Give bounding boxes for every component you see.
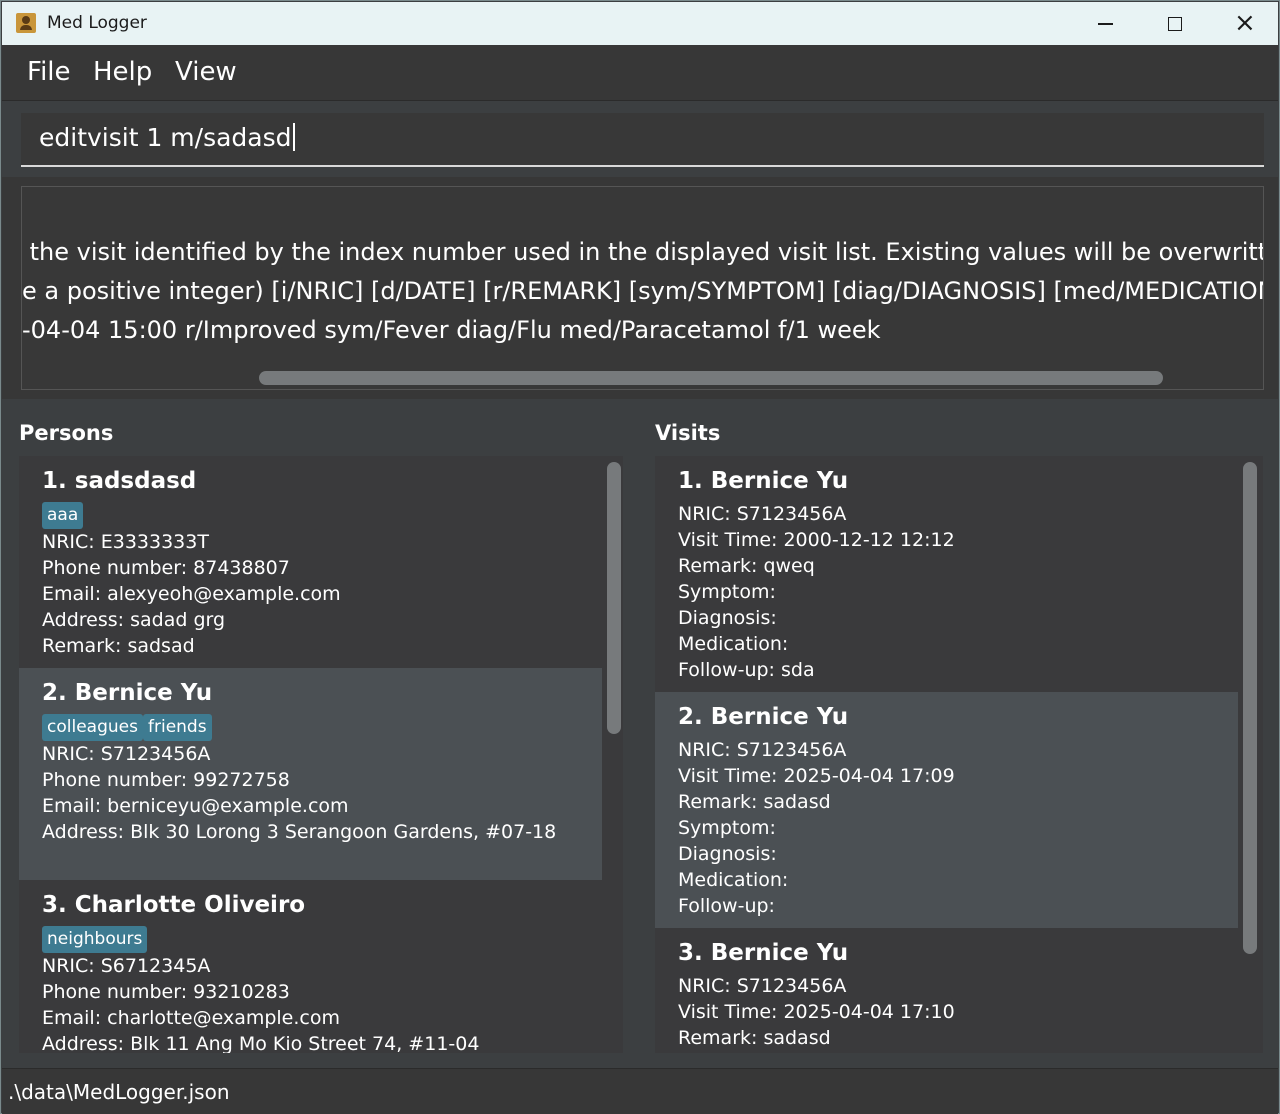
save-file-path: .\data\MedLogger.json: [8, 1080, 230, 1104]
minimize-button[interactable]: [1070, 2, 1140, 45]
close-button[interactable]: ×: [1210, 2, 1280, 45]
menu-help[interactable]: Help: [93, 57, 152, 87]
person-email: Email: berniceyu@example.com: [42, 795, 349, 817]
status-bar: .\data\MedLogger.json: [2, 1068, 1278, 1114]
title-bar[interactable]: Med Logger ×: [2, 2, 1278, 45]
visit-symptom: Symptom:: [678, 817, 776, 839]
person-name: 2. Bernice Yu: [42, 680, 213, 706]
visit-card[interactable]: 3. Bernice Yu NRIC: S7123456A Visit Time…: [655, 928, 1238, 1053]
persons-label: Persons: [19, 421, 114, 445]
person-nric: NRIC: S7123456A: [42, 743, 211, 765]
visit-card[interactable]: 2. Bernice Yu NRIC: S7123456A Visit Time…: [655, 692, 1238, 928]
person-card[interactable]: 1. sadsdasd aaa NRIC: E3333333T Phone nu…: [19, 456, 602, 668]
visits-label: Visits: [655, 421, 721, 445]
person-name: 3. Charlotte Oliveiro: [42, 892, 306, 918]
visit-nric: NRIC: S7123456A: [678, 503, 847, 525]
visit-card[interactable]: 1. Bernice Yu NRIC: S7123456A Visit Time…: [655, 456, 1238, 692]
persons-list[interactable]: 1. sadsdasd aaa NRIC: E3333333T Phone nu…: [19, 456, 623, 1053]
app-window: Med Logger × File Help View editvisit 1 …: [0, 0, 1280, 1114]
visit-medication: Medication:: [678, 869, 789, 891]
visit-medication: Medication:: [678, 633, 789, 655]
visit-name: 1. Bernice Yu: [678, 468, 849, 494]
visit-time: Visit Time: 2025-04-04 17:09: [678, 765, 955, 787]
person-nric: NRIC: E3333333T: [42, 531, 209, 553]
text-caret: [292, 123, 295, 151]
person-remark: Remark: sadsad: [42, 635, 195, 657]
result-display[interactable]: the visit identified by the index number…: [21, 186, 1264, 390]
visit-diagnosis: Diagnosis:: [678, 843, 777, 865]
visit-followup: Follow-up: sda: [678, 659, 815, 681]
person-tag: friends: [143, 714, 212, 741]
person-tag: colleagues: [42, 714, 143, 741]
maximize-button[interactable]: [1140, 2, 1210, 45]
person-card[interactable]: 2. Bernice Yu colleagues friends NRIC: S…: [19, 668, 602, 880]
person-nric: NRIC: S6712345A: [42, 955, 211, 977]
visit-remark: Remark: qweq: [678, 555, 815, 577]
menu-bar: File Help View: [2, 45, 1278, 101]
person-address: Address: Blk 11 Ang Mo Kio Street 74, #1…: [42, 1033, 480, 1053]
visit-remark: Remark: sadasd: [678, 1027, 831, 1049]
app-icon: [16, 13, 36, 33]
person-address: Address: sadad grg: [42, 609, 226, 631]
visit-nric: NRIC: S7123456A: [678, 739, 847, 761]
person-email: Email: charlotte@example.com: [42, 1007, 340, 1029]
visits-list[interactable]: 1. Bernice Yu NRIC: S7123456A Visit Time…: [655, 456, 1263, 1053]
person-tag: neighbours: [42, 926, 148, 953]
command-text: editvisit 1 m/sadasd: [39, 123, 295, 152]
person-tag: aaa: [42, 502, 84, 529]
result-line: e a positive integer) [i/NRIC] [d/DATE] …: [22, 277, 1263, 305]
person-phone: Phone number: 87438807: [42, 557, 290, 579]
visit-followup: Follow-up:: [678, 895, 775, 917]
visit-time: Visit Time: 2025-04-04 17:10: [678, 1001, 955, 1023]
result-horizontal-scrollbar[interactable]: [259, 371, 1163, 385]
menu-file[interactable]: File: [27, 57, 71, 87]
result-line: -04-04 15:00 r/Improved sym/Fever diag/F…: [22, 316, 881, 344]
menu-view[interactable]: View: [175, 57, 237, 87]
person-phone: Phone number: 93210283: [42, 981, 290, 1003]
command-area: editvisit 1 m/sadasd: [2, 101, 1278, 175]
visit-name: 2. Bernice Yu: [678, 704, 849, 730]
close-icon: ×: [1234, 8, 1256, 38]
person-phone: Phone number: 99272758: [42, 769, 290, 791]
command-input[interactable]: editvisit 1 m/sadasd: [21, 113, 1264, 167]
visit-name: 3. Bernice Yu: [678, 940, 849, 966]
visits-scrollbar[interactable]: [1243, 462, 1257, 954]
person-address: Address: Blk 30 Lorong 3 Serangoon Garde…: [42, 821, 557, 843]
person-email: Email: alexyeoh@example.com: [42, 583, 341, 605]
person-name: 1. sadsdasd: [42, 468, 197, 494]
visit-nric: NRIC: S7123456A: [678, 975, 847, 997]
persons-scrollbar[interactable]: [607, 462, 621, 734]
visit-diagnosis: Diagnosis:: [678, 607, 777, 629]
visit-remark: Remark: sadasd: [678, 791, 831, 813]
window-title: Med Logger: [47, 13, 147, 33]
result-line: the visit identified by the index number…: [29, 238, 1263, 266]
visit-symptom: Symptom:: [678, 581, 776, 603]
visit-time: Visit Time: 2000-12-12 12:12: [678, 529, 955, 551]
person-card[interactable]: 3. Charlotte Oliveiro neighbours NRIC: S…: [19, 880, 602, 1053]
result-area: the visit identified by the index number…: [2, 177, 1278, 399]
